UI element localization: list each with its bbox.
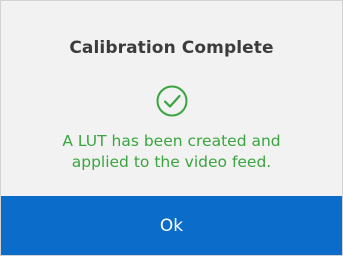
check-circle-icon xyxy=(156,85,188,117)
message-line-1: A LUT has been created and xyxy=(62,132,281,150)
dialog-message: A LUT has been created and applied to th… xyxy=(21,131,322,173)
calibration-dialog: Calibration Complete A LUT has been crea… xyxy=(0,0,343,256)
message-line-2: applied to the video feed. xyxy=(71,153,272,171)
dialog-title: Calibration Complete xyxy=(69,38,274,58)
ok-button[interactable]: Ok xyxy=(1,196,342,255)
